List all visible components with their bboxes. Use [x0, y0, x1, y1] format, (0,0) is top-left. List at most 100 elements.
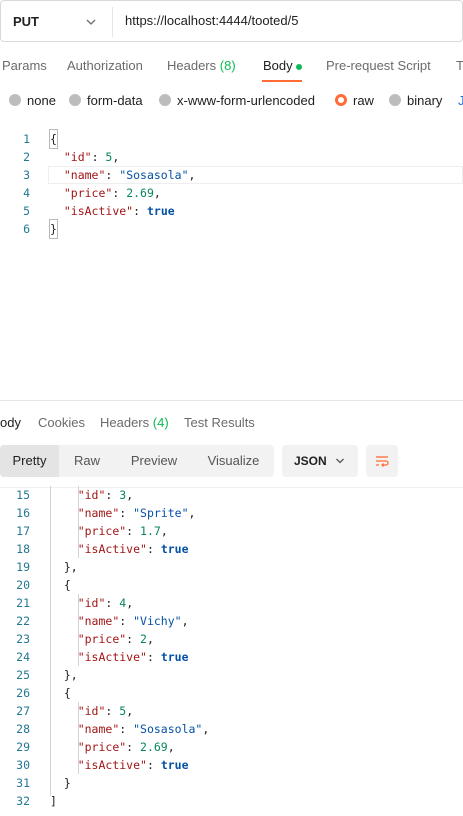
radio-none[interactable]: none — [9, 93, 56, 108]
pane-splitter[interactable] — [0, 400, 463, 401]
code-text: } — [50, 776, 71, 790]
view-raw-button[interactable]: Raw — [59, 445, 115, 477]
line-number: 20 — [16, 578, 30, 592]
line-number: 5 — [23, 204, 30, 218]
radio-binary[interactable]: binary — [389, 93, 442, 108]
line-number: 32 — [16, 794, 30, 808]
code-line: 4 "price": 2.69, — [0, 184, 463, 202]
code-text: "price": 1.7, — [77, 524, 168, 538]
radio-raw[interactable]: raw — [335, 93, 374, 108]
code-line: 24 "isActive": true — [0, 648, 463, 666]
code-text: "isActive": true — [77, 758, 189, 772]
radio-label: raw — [353, 93, 374, 108]
tab-pre-request-script[interactable]: Pre-request Script — [326, 58, 431, 73]
request-tabs: Params Authorization Headers (8) Body Pr… — [0, 52, 463, 82]
code-line: 6} — [0, 219, 463, 239]
code-text: "isActive": true — [77, 650, 189, 664]
code-text: } — [49, 219, 58, 239]
tab-headers-label: Headers — [167, 58, 217, 73]
code-text: "isActive": true — [77, 542, 189, 556]
view-visualize-button[interactable]: Visualize — [193, 445, 274, 477]
radio-circle-icon — [69, 94, 81, 106]
line-number: 25 — [16, 668, 30, 682]
url-bar: PUT https://localhost:4444/tooted/5 — [0, 0, 463, 42]
code-text: "name": "Sosasola", — [77, 722, 210, 736]
tab-test-results[interactable]: Test Results — [184, 415, 255, 430]
view-mode-selector: Pretty Raw Preview Visualize — [0, 445, 274, 477]
modified-dot-icon — [295, 63, 302, 70]
code-line: 29 "price": 2.69, — [0, 738, 463, 756]
raw-format-dropdown[interactable]: J — [458, 93, 463, 108]
code-text: "name": "Sosasola", — [63, 168, 196, 182]
line-number: 2 — [23, 150, 30, 164]
line-number: 1 — [23, 132, 30, 146]
line-number: 4 — [23, 186, 30, 200]
code-line: 25 }, — [0, 666, 463, 684]
format-dropdown[interactable]: JSON — [282, 445, 358, 477]
line-number: 17 — [16, 524, 30, 538]
view-preview-button[interactable]: Preview — [115, 445, 193, 477]
code-line: 26 { — [0, 684, 463, 702]
tab-headers[interactable]: Headers (8) — [167, 58, 236, 73]
line-number: 29 — [16, 740, 30, 754]
radio-circle-icon — [9, 94, 21, 106]
tab-params[interactable]: Params — [2, 58, 47, 73]
line-number: 28 — [16, 722, 30, 736]
format-dropdown-label: JSON — [294, 454, 327, 468]
code-text: "id": 5, — [77, 704, 134, 718]
method-selector[interactable]: PUT — [13, 14, 39, 29]
radio-circle-icon — [389, 94, 401, 106]
line-number: 27 — [16, 704, 30, 718]
radio-label: form-data — [87, 93, 143, 108]
line-number: 21 — [16, 596, 30, 610]
radio-selected-icon — [335, 94, 347, 106]
code-line: 15 "id": 3, — [0, 486, 463, 504]
code-line: 18 "isActive": true — [0, 540, 463, 558]
radio-form-data[interactable]: form-data — [69, 93, 143, 108]
tab-response-headers[interactable]: Headers (4) — [100, 415, 169, 430]
code-text: }, — [50, 668, 78, 682]
url-divider — [112, 7, 113, 37]
chevron-down-icon[interactable] — [85, 16, 97, 28]
line-number: 30 — [16, 758, 30, 772]
tab-response-body[interactable]: ody — [0, 415, 21, 430]
code-line: 23 "price": 2, — [0, 630, 463, 648]
code-line: 20 { — [0, 576, 463, 594]
code-line: 16 "name": "Sprite", — [0, 504, 463, 522]
tab-tests[interactable]: Te — [456, 58, 463, 73]
line-number: 18 — [16, 542, 30, 556]
code-line: 5 "isActive": true — [0, 202, 463, 220]
code-text: "price": 2.69, — [63, 186, 161, 200]
line-number: 22 — [16, 614, 30, 628]
code-line: 22 "name": "Vichy", — [0, 612, 463, 630]
code-text: ] — [50, 794, 57, 808]
code-line: 27 "id": 5, — [0, 702, 463, 720]
radio-label: none — [27, 93, 56, 108]
view-pretty-button[interactable]: Pretty — [0, 445, 59, 477]
radio-circle-icon — [159, 94, 171, 106]
tab-body[interactable]: Body — [263, 58, 302, 73]
radio-label: x-www-form-urlencoded — [177, 93, 315, 108]
radio-urlencoded[interactable]: x-www-form-urlencoded — [159, 93, 315, 108]
wrap-lines-button[interactable] — [366, 445, 398, 477]
tab-authorization[interactable]: Authorization — [67, 58, 143, 73]
line-number: 26 — [16, 686, 30, 700]
code-text: "name": "Vichy", — [77, 614, 189, 628]
code-line: 2 "id": 5, — [0, 148, 463, 166]
code-text: }, — [50, 560, 78, 574]
line-number: 31 — [16, 776, 30, 790]
line-number: 23 — [16, 632, 30, 646]
response-headers-count: (4) — [152, 415, 169, 430]
tab-response-headers-label: Headers — [100, 415, 150, 430]
code-text: { — [50, 578, 71, 592]
code-line: 19 }, — [0, 558, 463, 576]
url-input[interactable]: https://localhost:4444/tooted/5 — [125, 13, 298, 28]
active-tab-indicator — [262, 80, 302, 82]
code-text: "isActive": true — [63, 204, 175, 218]
tab-cookies[interactable]: Cookies — [38, 415, 85, 430]
code-text: { — [50, 686, 71, 700]
code-line: 1{ — [0, 129, 463, 149]
line-number: 19 — [16, 560, 30, 574]
line-number: 16 — [16, 506, 30, 520]
line-number: 6 — [23, 222, 30, 236]
